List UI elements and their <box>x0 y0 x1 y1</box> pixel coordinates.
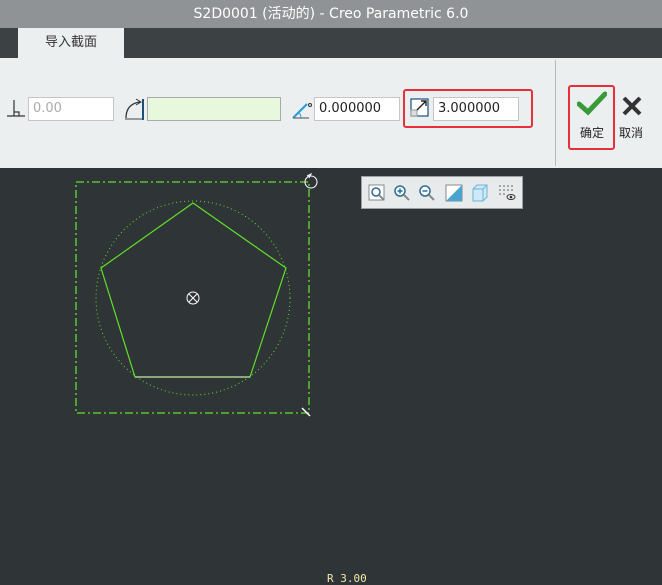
ok-button[interactable]: 确定 <box>570 87 613 148</box>
scale-input[interactable]: 3.000000 <box>433 97 519 121</box>
ok-label: 确定 <box>580 126 605 140</box>
sketcher-display-icon[interactable] <box>498 184 516 202</box>
refit-icon[interactable] <box>368 184 386 202</box>
ribbon-separator <box>555 60 556 166</box>
sketch-canvas[interactable]: R 3.00 <box>0 168 662 585</box>
offset-input[interactable]: 0.00 <box>28 97 114 121</box>
reference-collector[interactable] <box>147 97 281 121</box>
ribbon-tab-bar: 导入截面 <box>0 28 662 58</box>
zoom-in-icon[interactable] <box>393 184 411 202</box>
rotation-input[interactable]: 0.000000 <box>314 97 400 121</box>
repaint-icon[interactable] <box>445 184 463 202</box>
scale-icon <box>410 98 429 117</box>
sketch-geometry <box>75 172 318 417</box>
dimension-label[interactable]: R 3.00 <box>327 572 367 585</box>
reference-icon <box>125 98 144 120</box>
offset-icon <box>7 100 25 117</box>
pentagon <box>100 202 287 378</box>
display-style-icon[interactable] <box>471 184 489 202</box>
rotation-angle-icon <box>292 103 312 119</box>
cancel-label: 取消 <box>619 126 644 140</box>
close-icon <box>622 96 642 116</box>
center-point-icon <box>186 291 200 305</box>
ribbon: 0.00 0.000000 3.000000 确定 取消 <box>0 58 662 168</box>
rotate-handle-icon <box>304 172 318 189</box>
cancel-button[interactable]: 取消 <box>616 87 648 148</box>
checkmark-icon <box>577 91 607 116</box>
view-toolbar <box>361 176 523 209</box>
tab-import-section[interactable]: 导入截面 <box>18 28 124 58</box>
zoom-out-icon[interactable] <box>418 184 436 202</box>
window-title: S2D0001 (活动的) - Creo Parametric 6.0 <box>0 0 662 28</box>
